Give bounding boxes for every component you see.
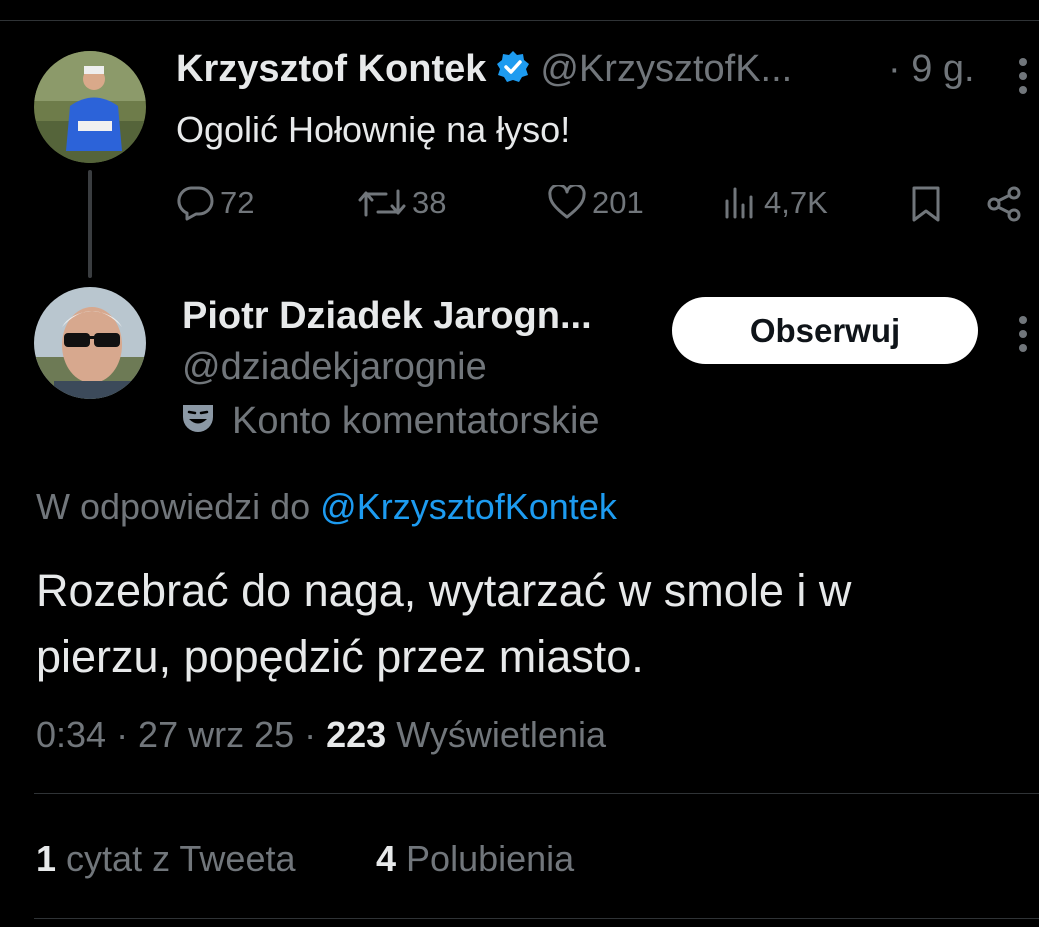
reply-icon bbox=[176, 185, 214, 221]
reply-context: W odpowiedzi do @KrzysztofKontek bbox=[36, 486, 617, 528]
retweet-count: 38 bbox=[412, 185, 447, 220]
bookmark-icon[interactable] bbox=[909, 185, 943, 228]
views-action[interactable]: 4,7K bbox=[722, 185, 828, 221]
parent-tweet-text: Ogolić Hołownię na łyso! bbox=[176, 109, 571, 150]
views-total: 223 bbox=[326, 714, 387, 755]
likes-label: Polubienia bbox=[406, 838, 575, 879]
reply-author-name[interactable]: Piotr Dziadek Jarogn... bbox=[182, 295, 592, 338]
like-action[interactable]: 201 bbox=[548, 185, 644, 221]
share-icon[interactable] bbox=[985, 185, 1023, 228]
more-options-icon[interactable] bbox=[1019, 58, 1029, 100]
account-label: Konto komentatorskie bbox=[232, 400, 600, 442]
reply-more-options-icon[interactable] bbox=[1019, 316, 1029, 358]
top-divider bbox=[0, 20, 1039, 21]
follow-button[interactable]: Obserwuj bbox=[672, 297, 978, 364]
views-icon bbox=[722, 185, 758, 221]
avatar-piotr-dziadek[interactable] bbox=[34, 287, 146, 399]
avatar-krzysztof-kontek[interactable] bbox=[34, 51, 146, 163]
like-count: 201 bbox=[592, 185, 644, 220]
tweet-meta: 0:34 · 27 wrz 25 · 223 Wyświetlenia bbox=[36, 714, 606, 756]
stats-bottom-divider bbox=[34, 918, 1039, 919]
retweet-action[interactable]: 38 bbox=[358, 185, 446, 221]
author-handle[interactable]: @KrzysztofK... bbox=[540, 48, 792, 91]
views-count: 4,7K bbox=[764, 185, 828, 220]
likes-total: 4 bbox=[376, 838, 397, 879]
reply-author-handle[interactable]: @dziadekjarognie bbox=[182, 346, 487, 389]
theater-masks-icon bbox=[180, 401, 216, 442]
heart-icon bbox=[548, 185, 586, 221]
reply-count: 72 bbox=[220, 185, 255, 220]
account-label-row: Konto komentatorskie bbox=[180, 400, 600, 443]
verified-badge-icon bbox=[496, 50, 530, 89]
quote-stat[interactable]: 1 cytat z Tweeta bbox=[36, 838, 296, 880]
likes-stat[interactable]: 4 Polubienia bbox=[376, 838, 574, 880]
reply-context-prefix: W odpowiedzi do bbox=[36, 486, 311, 527]
thread-connector bbox=[88, 170, 92, 278]
quote-label: cytat z Tweeta bbox=[66, 838, 296, 879]
reply-to-link[interactable]: @KrzysztofKontek bbox=[320, 486, 617, 527]
tweet-timestamp[interactable]: 0:34 · 27 wrz 25 · bbox=[36, 714, 316, 755]
author-name[interactable]: Krzysztof Kontek bbox=[176, 48, 486, 91]
views-label: Wyświetlenia bbox=[396, 714, 606, 755]
retweet-icon bbox=[358, 185, 406, 221]
reply-tweet-text: Rozebrać do naga, wytarzać w smole i w p… bbox=[36, 558, 851, 690]
tweet-time[interactable]: · 9 g. bbox=[888, 48, 975, 91]
parent-tweet-header: Krzysztof Kontek @KrzysztofK... bbox=[176, 48, 792, 91]
stats-top-divider bbox=[34, 793, 1039, 794]
reply-text-line-1: Rozebrać do naga, wytarzać w smole i w bbox=[36, 565, 852, 616]
quote-count: 1 bbox=[36, 838, 57, 879]
reply-action[interactable]: 72 bbox=[176, 185, 254, 221]
reply-text-line-2: pierzu, popędzić przez miasto. bbox=[36, 631, 644, 682]
